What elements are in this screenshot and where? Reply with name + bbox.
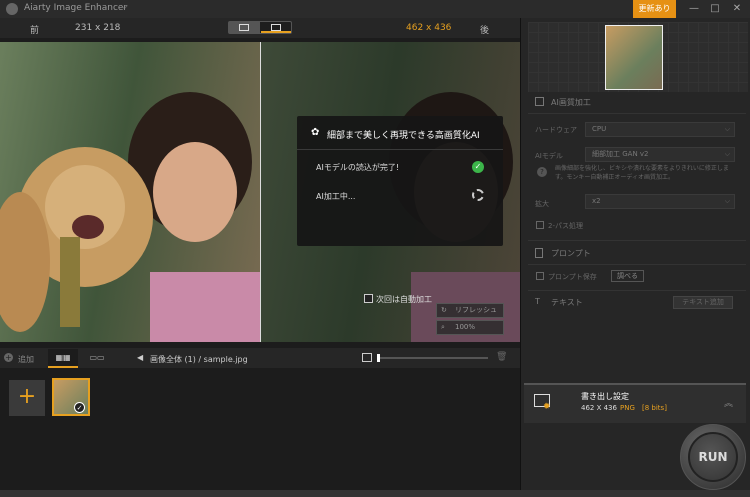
breadcrumb: 画像全体 (1) / sample.jpg (150, 355, 248, 364)
refresh-label: リフレッシュ (455, 306, 497, 314)
before-image (0, 42, 260, 342)
side-by-side-button[interactable] (261, 22, 291, 33)
two-pass-checkbox[interactable] (536, 221, 544, 229)
chevron-down-icon: ⌵ (724, 125, 730, 133)
export-title: 書き出し設定 (581, 392, 629, 401)
auto-process-label: 次回は自動加工 (376, 295, 432, 304)
slider-handle[interactable] (377, 354, 380, 362)
navigator-thumbnail[interactable] (605, 25, 663, 90)
minimize-button[interactable]: — (683, 1, 705, 17)
thumbnail-size-icon (362, 353, 372, 362)
section-divider (528, 290, 746, 291)
enhance-icon (535, 97, 544, 106)
side-by-side-icon (271, 24, 281, 31)
status-bar (0, 490, 750, 497)
close-button[interactable]: ✕ (726, 1, 748, 17)
model-select[interactable]: 細部加工 GAN v2 ⌵ (585, 147, 735, 162)
hardware-select[interactable]: CPU ⌵ (585, 122, 735, 137)
app-logo-icon (6, 3, 18, 15)
gear-icon: ✹ (543, 402, 551, 412)
dialog-divider (297, 149, 503, 150)
before-label: 前 (30, 26, 40, 36)
split-view-icon (239, 24, 249, 31)
zoom-control[interactable]: ⌕ 100% (436, 320, 504, 335)
after-label: 後 (480, 26, 490, 36)
scale-value: x2 (592, 197, 601, 205)
aperture-icon: ✿ (311, 127, 320, 138)
export-settings[interactable] (524, 383, 746, 423)
add-button[interactable]: 追加 (18, 354, 34, 365)
auto-process-checkbox[interactable] (364, 294, 373, 303)
output-size: 462 x 436 (406, 23, 452, 33)
chevron-down-icon: ⌵ (724, 150, 730, 158)
chevron-down-icon: ⌵ (724, 197, 730, 205)
girl-with-puppy-photo (0, 92, 260, 342)
add-icon[interactable]: + (4, 353, 13, 362)
thumbnail-size-slider[interactable] (378, 357, 488, 359)
update-button[interactable]: 更新あり (633, 0, 676, 18)
hardware-value: CPU (592, 125, 607, 133)
prompt-view-button[interactable]: 調べる (611, 270, 644, 282)
check-icon: ✓ (472, 161, 484, 173)
export-size: 462 X 436 (581, 404, 617, 412)
enhance-section-title: AI画質加工 (551, 98, 591, 107)
processing-text: AI加工中... (316, 192, 356, 201)
info-icon[interactable]: ? (537, 167, 547, 177)
model-description: 画像細部を強化し、ビキシや潰れな要素をよりきれいに修正します。モンキー自動補正オ… (555, 165, 729, 181)
hardware-label: ハードウェア (535, 126, 577, 134)
model-value: 細部加工 GAN v2 (592, 150, 649, 158)
spinner-icon (472, 189, 484, 201)
split-view-button[interactable] (229, 22, 260, 33)
model-loaded-text: AIモデルの読込が完了! (316, 163, 400, 172)
source-size: 231 x 218 (75, 23, 121, 33)
run-button[interactable]: RUN (688, 432, 738, 482)
grid-view-button[interactable]: ▦▦ (48, 349, 78, 368)
prompt-save-label: プロンプト保存 (548, 273, 597, 281)
scale-label: 拡大 (535, 200, 549, 208)
add-image-tile[interactable]: + (9, 380, 45, 416)
chevron-up-icon[interactable]: ︽ (724, 396, 733, 409)
maximize-button[interactable]: □ (704, 1, 726, 17)
export-bit-depth: [8 bits] (642, 404, 667, 412)
prompt-section-title: プロンプト (551, 249, 591, 258)
back-arrow-icon[interactable]: ◀ (137, 353, 143, 362)
compare-mode-toggle[interactable] (228, 21, 292, 34)
app-title: Aiarty Image Enhancer (24, 3, 128, 13)
thumbnail-check-icon: ✓ (74, 402, 85, 413)
zoom-value: 100% (455, 323, 476, 331)
trash-icon[interactable]: 🗑 (496, 352, 507, 362)
prompt-icon (535, 248, 543, 258)
model-label: AIモデル (535, 152, 563, 160)
scale-select[interactable]: x2 ⌵ (585, 194, 735, 209)
app-menu-chevron-icon[interactable]: ⌵ (121, 2, 128, 12)
add-text-button[interactable]: テキスト追加 (673, 296, 733, 309)
section-divider (528, 240, 746, 241)
section-divider (528, 113, 746, 114)
refresh-icon: ↻ (441, 306, 447, 314)
image-thumbnail[interactable] (52, 378, 90, 416)
text-section-title: テキスト (551, 298, 583, 307)
dialog-title: 細部まで美しく再現できる高画質化AI (327, 131, 480, 141)
text-icon: T (535, 297, 540, 306)
list-view-button[interactable]: ▭▭ (82, 349, 112, 368)
refresh-control[interactable]: ↻ リフレッシュ (436, 303, 504, 318)
prompt-save-checkbox[interactable] (536, 272, 544, 280)
two-pass-label: 2-パス処理 (548, 222, 583, 230)
section-divider (528, 264, 746, 265)
zoom-icon: ⌕ (441, 323, 445, 331)
export-format: PNG (620, 404, 635, 412)
processing-dialog: ✿ 細部まで美しく再現できる高画質化AI AIモデルの読込が完了! ✓ AI加工… (297, 116, 503, 246)
